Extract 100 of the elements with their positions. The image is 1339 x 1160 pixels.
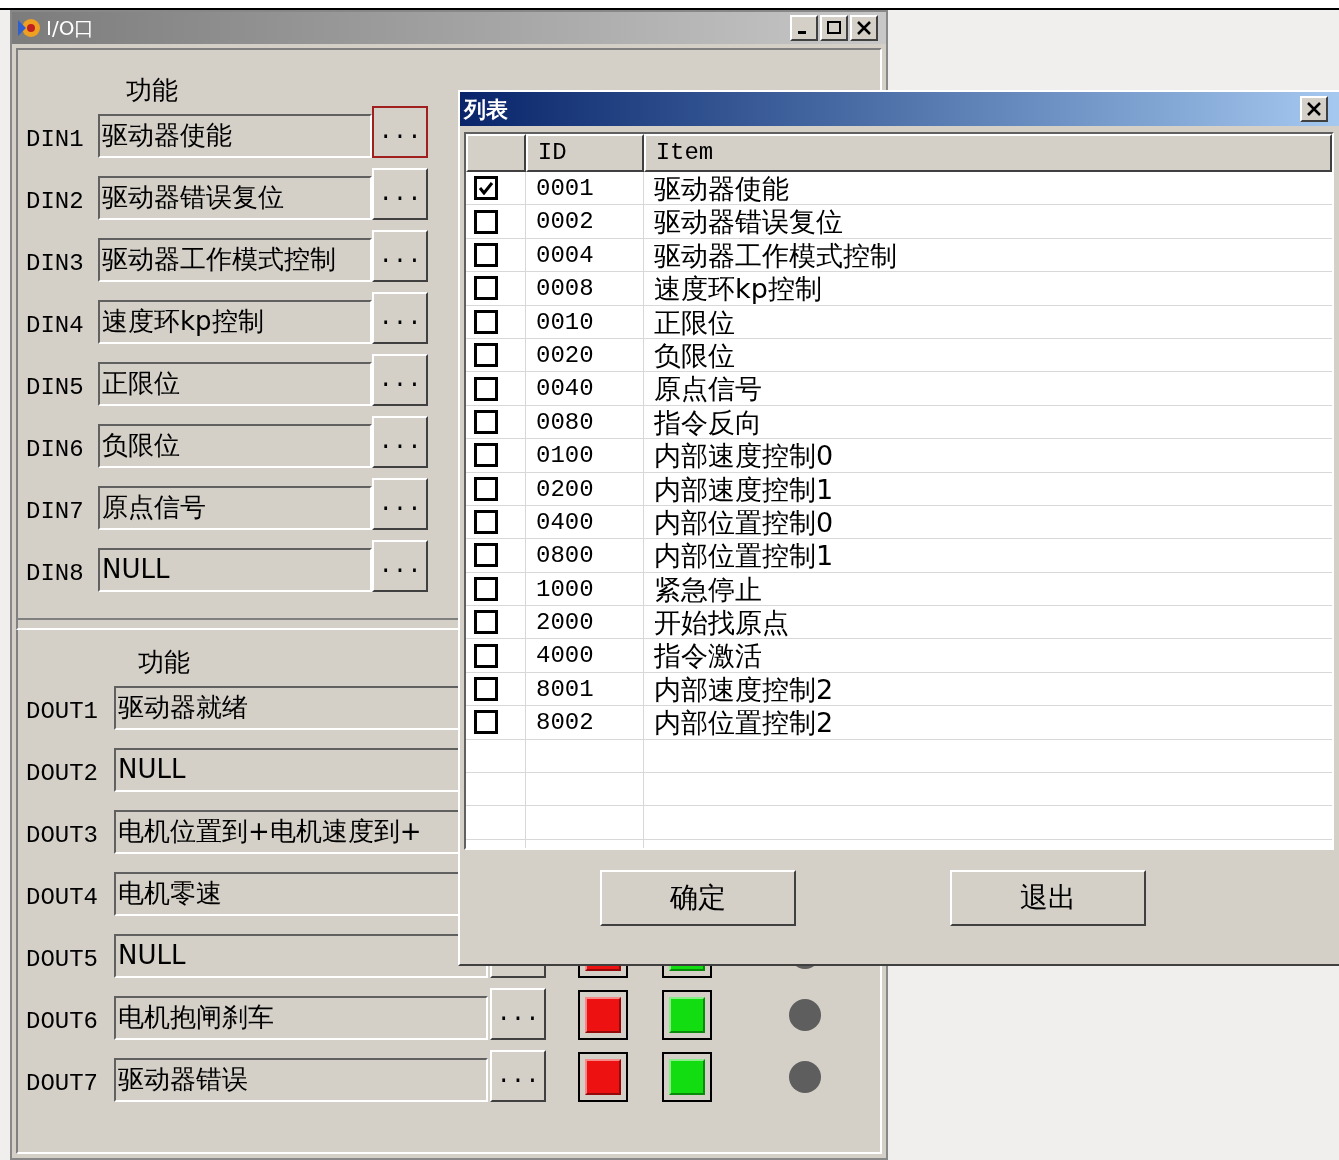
id-text: 8002 [536,709,594,737]
list-row[interactable]: 0040 原点信号 [466,372,1332,406]
dialog-button[interactable]: 确定 [600,870,796,926]
function-field[interactable]: NULL [98,548,372,592]
browse-button[interactable]: ... [372,230,428,282]
checkbox[interactable] [474,376,498,401]
id-text: 1000 [536,575,594,603]
close-button[interactable] [1300,96,1328,122]
id-text: 4000 [536,642,594,670]
list-row[interactable]: 0008 速度环kp控制 [466,272,1332,306]
checkbox[interactable] [474,543,498,568]
id-text: 0800 [536,542,594,570]
browse-button[interactable]: ... [372,478,428,530]
browse-button[interactable]: ... [372,292,428,344]
function-field[interactable]: 正限位 [98,362,372,406]
output-label: DOUT7 [26,1069,99,1099]
function-field[interactable]: 负限位 [98,424,372,468]
id-text: 0200 [536,475,594,503]
input-label: DIN6 [26,435,85,465]
item-text: 内部速度控制0 [654,440,834,472]
item-text: 内部位置控制2 [654,707,834,739]
column-header[interactable]: ID [525,134,644,172]
id-text: 0001 [536,175,594,202]
checkbox[interactable] [474,610,498,635]
function-field[interactable]: 驱动器错误复位 [98,176,372,220]
output-label: DOUT5 [26,945,99,975]
checkbox[interactable] [474,242,498,267]
list-row[interactable]: 8001 内部速度控制2 [466,672,1332,707]
check-icon [478,181,494,196]
checkbox[interactable] [474,176,498,201]
browse-button[interactable]: ... [372,168,428,220]
id-text: 0080 [536,408,594,436]
function-field[interactable]: 原点信号 [98,486,372,530]
input-label: DIN4 [26,311,85,341]
browse-button[interactable]: ... [372,106,428,158]
item-text: 内部位置控制1 [654,540,834,572]
function-field[interactable]: 驱动器工作模式控制 [98,238,372,282]
close-button[interactable] [850,15,878,41]
id-text: 0400 [536,508,594,536]
list-row[interactable]: 0200 内部速度控制1 [466,472,1332,506]
list-row[interactable]: 0002 驱动器错误复位 [466,205,1332,239]
list-row[interactable]: 0020 负限位 [466,338,1332,373]
output-label: DOUT1 [26,697,99,727]
input-label: DIN8 [26,559,85,589]
maximize-button[interactable] [820,15,848,41]
input-label: DIN7 [26,497,85,527]
list-row[interactable]: 0010 正限位 [466,305,1332,339]
checkbox[interactable] [474,443,498,468]
checkbox[interactable] [474,677,498,702]
list-row[interactable]: 0001 驱动器使能 [466,172,1332,206]
list-row[interactable]: 0080 指令反向 [466,405,1332,440]
close-icon [856,21,872,35]
browse-button[interactable]: ... [372,354,428,406]
column-heading: 功能 [126,74,178,107]
output-label: DOUT2 [26,759,99,789]
column-header[interactable]: Item [643,134,1332,172]
minimize-button[interactable] [790,15,818,41]
checkbox[interactable] [474,209,498,234]
function-field[interactable]: NULL [114,934,488,978]
app-icon [16,16,42,40]
browse-button[interactable]: ... [372,540,428,592]
browse-button[interactable]: ... [372,416,428,468]
item-text: 内部速度控制2 [654,673,834,705]
item-text: 开始找原点 [654,607,789,639]
list-row[interactable]: 4000 指令激活 [466,639,1332,673]
item-text: 驱动器工作模式控制 [654,239,897,271]
checkbox[interactable] [474,343,498,368]
function-field[interactable]: 驱动器使能 [98,114,372,158]
list-row[interactable]: 0800 内部位置控制1 [466,539,1332,573]
list-row[interactable]: 1000 紧急停止 [466,572,1332,607]
checkbox[interactable] [474,476,498,501]
item-text: 紧急停止 [654,573,762,605]
list-row[interactable]: 8002 内部位置控制2 [466,706,1332,740]
checkbox[interactable] [474,576,498,601]
dialog-button[interactable]: 退出 [950,870,1146,926]
checkbox[interactable] [474,710,498,735]
window-title: I/O口 [46,15,95,42]
function-field[interactable]: 电机抱闸刹车 [114,996,488,1040]
browse-button[interactable]: ... [490,988,546,1040]
list-row[interactable]: 0400 内部位置控制0 [466,505,1332,540]
id-text: 0002 [536,208,594,236]
id-text: 2000 [536,609,594,637]
function-field[interactable]: 驱动器错误 [114,1058,488,1102]
id-text: 0010 [536,308,594,336]
item-text: 内部速度控制1 [654,473,834,505]
function-field[interactable]: 速度环kp控制 [98,300,372,344]
list-row[interactable]: 2000 开始找原点 [466,606,1332,640]
list-row[interactable]: 0100 内部速度控制0 [466,439,1332,473]
item-text: 驱动器使能 [654,173,789,204]
checkbox[interactable] [474,409,498,434]
checkbox[interactable] [474,643,498,668]
item-text: 驱动器错误复位 [654,206,843,238]
checkbox[interactable] [474,510,498,535]
item-text: 负限位 [654,339,735,371]
checkbox[interactable] [474,276,498,301]
item-text: 速度环kp控制 [654,273,822,305]
browse-button[interactable]: ... [490,1050,546,1102]
list-row[interactable]: 0004 驱动器工作模式控制 [466,238,1332,273]
checkbox[interactable] [474,309,498,334]
item-text: 指令反向 [654,406,762,438]
